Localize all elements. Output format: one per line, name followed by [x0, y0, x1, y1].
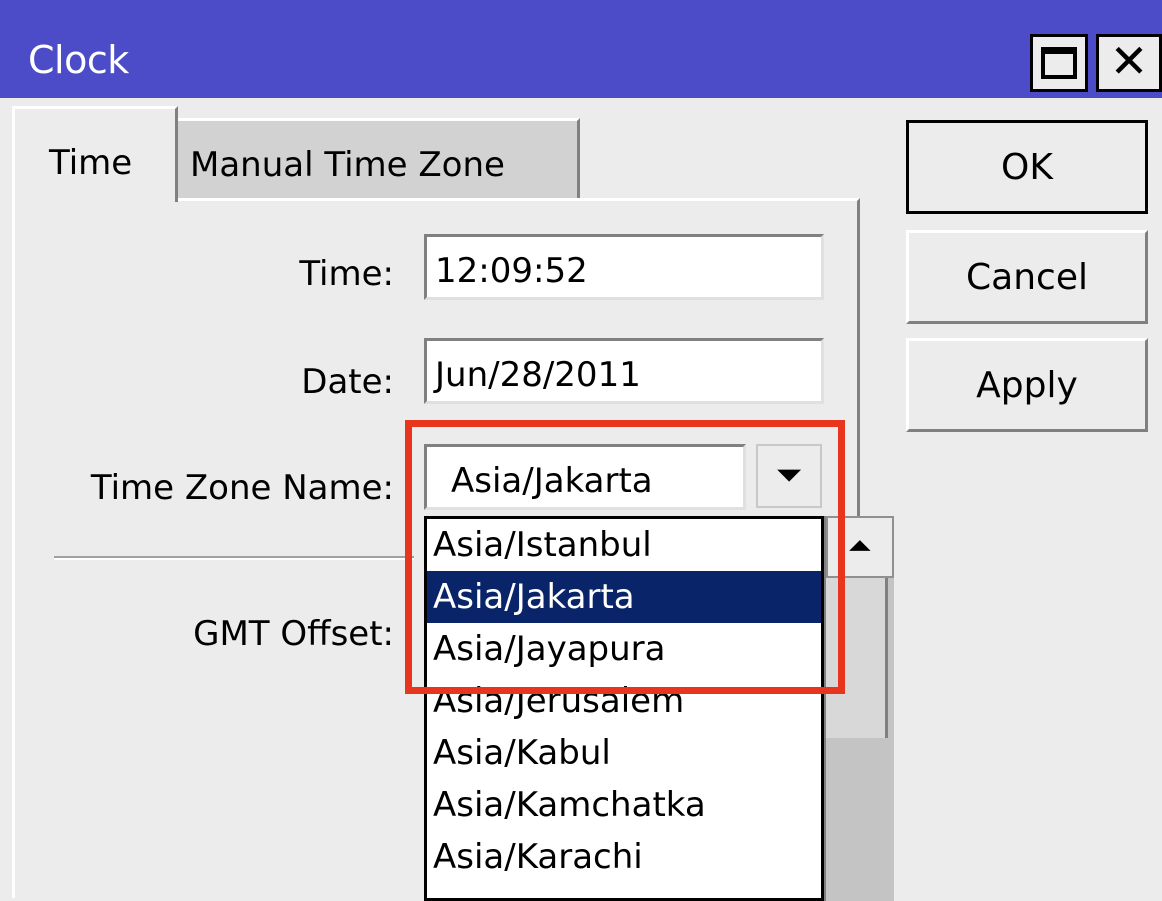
tab-manual-time-zone[interactable]: Manual Time Zone [176, 118, 580, 198]
dropdown-option-selected[interactable]: Asia/Jakarta [427, 571, 821, 623]
time-zone-name-label: Time Zone Name: [90, 468, 394, 508]
dropdown-scrollbar[interactable]: ⏶ [824, 516, 894, 901]
ok-button-label: OK [1001, 146, 1053, 188]
scroll-up-button[interactable]: ⏶ [826, 516, 894, 578]
date-field[interactable]: Jun/28/2011 [424, 338, 824, 404]
dropdown-option[interactable]: Asia/Karachi [427, 831, 821, 883]
tab-manual-time-zone-label: Manual Time Zone [190, 145, 505, 185]
title-bar[interactable]: Clock ✕ [0, 0, 1162, 98]
close-icon: ✕ [1109, 34, 1149, 88]
scroll-up-icon: ⏶ [848, 529, 872, 564]
apply-button-label: Apply [976, 364, 1078, 406]
ok-button[interactable]: OK [906, 120, 1148, 214]
scroll-thumb[interactable] [826, 578, 888, 738]
time-value: 12:09:52 [435, 251, 588, 291]
time-field[interactable]: 12:09:52 [424, 234, 824, 300]
time-label: Time: [299, 254, 394, 294]
time-zone-name-value: Asia/Jakarta [451, 461, 653, 501]
maximize-icon [1041, 47, 1077, 79]
tab-time-label: Time [49, 143, 133, 183]
window-title: Clock [28, 38, 129, 82]
gmt-offset-label: GMT Offset: [193, 614, 394, 654]
date-value: Jun/28/2011 [435, 355, 641, 395]
maximize-button[interactable] [1030, 34, 1088, 92]
apply-button[interactable]: Apply [906, 338, 1148, 432]
tab-time[interactable]: Time [12, 106, 178, 202]
dropdown-option[interactable]: Asia/Kabul [427, 727, 821, 779]
separator [54, 556, 414, 560]
cancel-button-label: Cancel [966, 256, 1088, 298]
time-zone-dropdown-button[interactable]: ⏷ [756, 444, 822, 508]
cancel-button[interactable]: Cancel [906, 230, 1148, 324]
clock-window: Clock ✕ Time Manual Time Zone Time: 12:0… [0, 0, 1162, 901]
dropdown-option[interactable]: Asia/Istanbul [427, 519, 821, 571]
time-zone-dropdown-list[interactable]: Asia/Istanbul Asia/Jakarta Asia/Jayapura… [424, 516, 824, 901]
dropdown-arrow-icon: ⏷ [777, 458, 801, 493]
dropdown-option[interactable]: Asia/Jayapura [427, 623, 821, 675]
time-zone-name-field[interactable]: Asia/Jakarta [424, 444, 746, 510]
close-button[interactable]: ✕ [1096, 34, 1162, 92]
date-label: Date: [301, 362, 394, 402]
dropdown-option[interactable]: Asia/Kamchatka [427, 779, 821, 831]
dropdown-option[interactable]: Asia/Jerusalem [427, 675, 821, 727]
